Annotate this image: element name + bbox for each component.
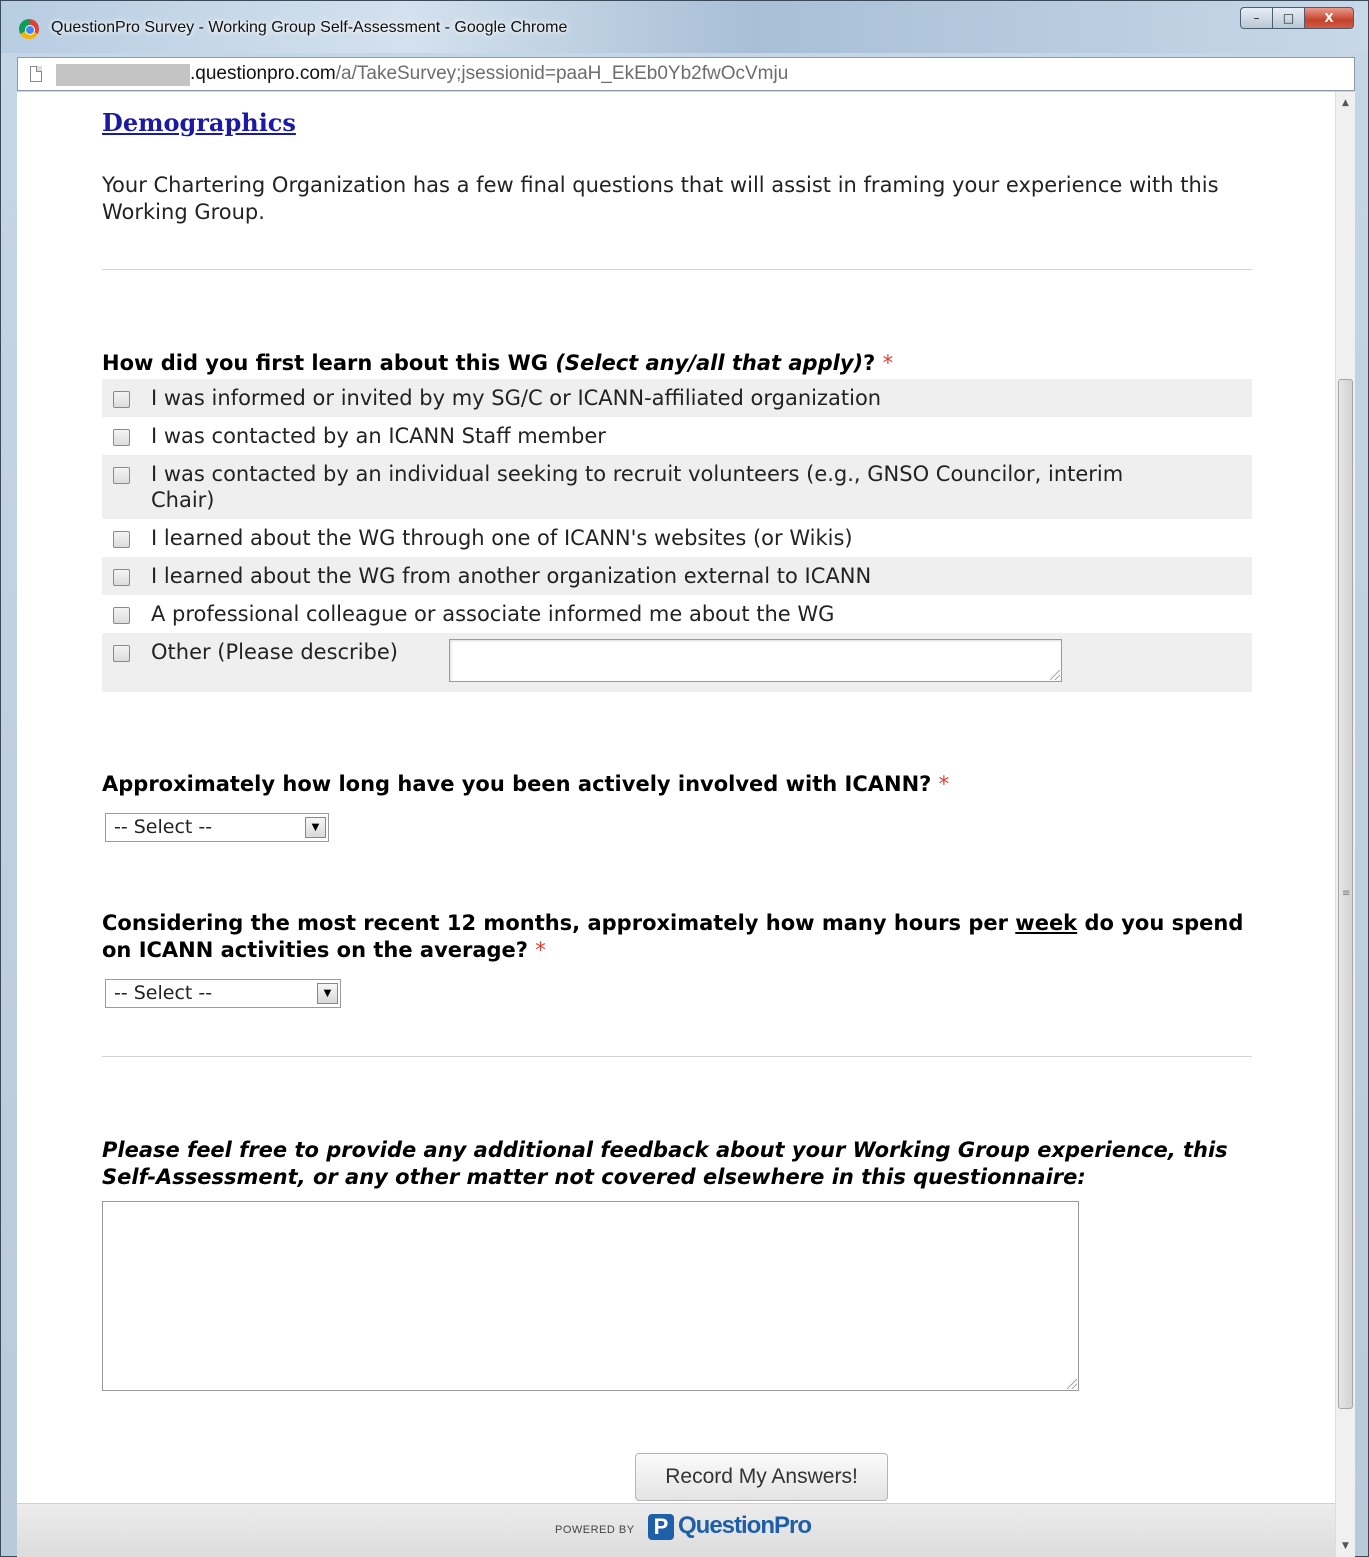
question-3-emphasis: week: [1015, 911, 1078, 935]
select-value: -- Select --: [114, 816, 213, 838]
maximize-button[interactable]: □: [1272, 7, 1304, 29]
select-value: -- Select --: [114, 982, 213, 1004]
vertical-scrollbar[interactable]: ▲ ≡ ▼: [1335, 92, 1355, 1557]
option-icann-websites[interactable]: I learned about the WG through one of IC…: [102, 519, 1252, 557]
chrome-icon: [19, 19, 39, 39]
page-icon: [30, 66, 42, 82]
section-title[interactable]: Demographics: [102, 108, 296, 137]
option-label: Other (Please describe): [151, 640, 398, 664]
intro-text: Your Chartering Organization has a few f…: [102, 173, 1219, 224]
page-viewport: Demographics Your Chartering Organizatio…: [17, 92, 1335, 1557]
question-3-text: Considering the most recent 12 months, a…: [102, 911, 1016, 935]
scroll-down-arrow-icon[interactable]: ▼: [1336, 1537, 1355, 1555]
question-2-text: Approximately how long have you been act…: [102, 772, 932, 796]
grip-icon: ≡: [1342, 888, 1351, 899]
title-bar: QuestionPro Survey - Working Group Self-…: [1, 1, 1368, 53]
url-host: .questionpro.com: [190, 63, 336, 84]
option-label: I was contacted by an ICANN Staff member: [151, 424, 606, 448]
option-label: I was contacted by an individual seeking…: [151, 462, 1124, 512]
browser-window: QuestionPro Survey - Working Group Self-…: [0, 0, 1369, 1557]
record-answers-button[interactable]: Record My Answers!: [635, 1453, 888, 1501]
checkbox[interactable]: [113, 467, 130, 484]
required-asterisk: *: [882, 351, 894, 375]
feedback-textarea[interactable]: [102, 1201, 1079, 1391]
option-sgc-invite[interactable]: I was informed or invited by my SG/C or …: [102, 379, 1252, 417]
divider: [102, 269, 1252, 270]
footer: POWERED BY P QuestionPro: [17, 1503, 1335, 1557]
question-1-mark: ?: [863, 351, 876, 375]
other-description-input[interactable]: [449, 639, 1062, 682]
question-3-title: Considering the most recent 12 months, a…: [102, 910, 1252, 964]
option-label: I learned about the WG through one of IC…: [151, 526, 853, 550]
feedback-title: Please feel free to provide any addition…: [102, 1138, 1228, 1189]
close-button[interactable]: X: [1304, 7, 1354, 29]
option-colleague[interactable]: A professional colleague or associate in…: [102, 595, 1252, 633]
dropdown-arrow-icon[interactable]: ▼: [305, 817, 326, 838]
url-redacted: [56, 64, 190, 86]
powered-by-label: POWERED BY: [555, 1524, 635, 1536]
checkbox[interactable]: [113, 531, 130, 548]
question-1-hint: (Select any/all that apply): [555, 351, 864, 375]
scroll-up-arrow-icon[interactable]: ▲: [1336, 94, 1355, 112]
url-path: /a/TakeSurvey;jsessionid=paaH_EkEb0Yb2fw…: [335, 63, 789, 84]
url-text[interactable]: .questionpro.com/a/TakeSurvey;jsessionid…: [190, 63, 788, 85]
question-1-title: How did you first learn about this WG (S…: [102, 350, 1252, 377]
divider: [102, 1056, 1252, 1057]
dropdown-arrow-icon[interactable]: ▼: [317, 983, 338, 1004]
resize-handle-icon[interactable]: [1067, 1379, 1077, 1389]
required-asterisk: *: [938, 772, 950, 796]
option-label: I learned about the WG from another orga…: [151, 564, 872, 588]
weekly-hours-select[interactable]: -- Select -- ▼: [105, 979, 341, 1008]
question-2-title: Approximately how long have you been act…: [102, 771, 1252, 798]
question-1-text: How did you first learn about this WG: [102, 351, 556, 375]
minimize-button[interactable]: –: [1240, 7, 1272, 29]
resize-handle-icon[interactable]: [1050, 670, 1060, 680]
required-asterisk: *: [535, 938, 546, 962]
checkbox[interactable]: [113, 391, 130, 408]
window-title: QuestionPro Survey - Working Group Self-…: [51, 19, 568, 36]
questionpro-brand[interactable]: QuestionPro: [678, 1512, 812, 1540]
checkbox[interactable]: [113, 569, 130, 586]
option-other[interactable]: Other (Please describe): [102, 633, 1252, 692]
checkbox[interactable]: [113, 645, 130, 662]
window-controls: – □ X: [1240, 7, 1354, 29]
address-bar[interactable]: .questionpro.com/a/TakeSurvey;jsessionid…: [17, 57, 1355, 91]
option-icann-staff[interactable]: I was contacted by an ICANN Staff member: [102, 417, 1252, 455]
option-recruiter[interactable]: I was contacted by an individual seeking…: [102, 455, 1252, 519]
option-label: A professional colleague or associate in…: [151, 602, 835, 626]
scrollbar-thumb[interactable]: ≡: [1338, 379, 1353, 1409]
questionpro-logo-icon[interactable]: P: [648, 1514, 674, 1540]
option-external-org[interactable]: I learned about the WG from another orga…: [102, 557, 1252, 595]
checkbox[interactable]: [113, 429, 130, 446]
question-1-options: I was informed or invited by my SG/C or …: [102, 379, 1252, 692]
option-label: I was informed or invited by my SG/C or …: [151, 386, 882, 410]
checkbox[interactable]: [113, 607, 130, 624]
involvement-duration-select[interactable]: -- Select -- ▼: [105, 813, 329, 842]
